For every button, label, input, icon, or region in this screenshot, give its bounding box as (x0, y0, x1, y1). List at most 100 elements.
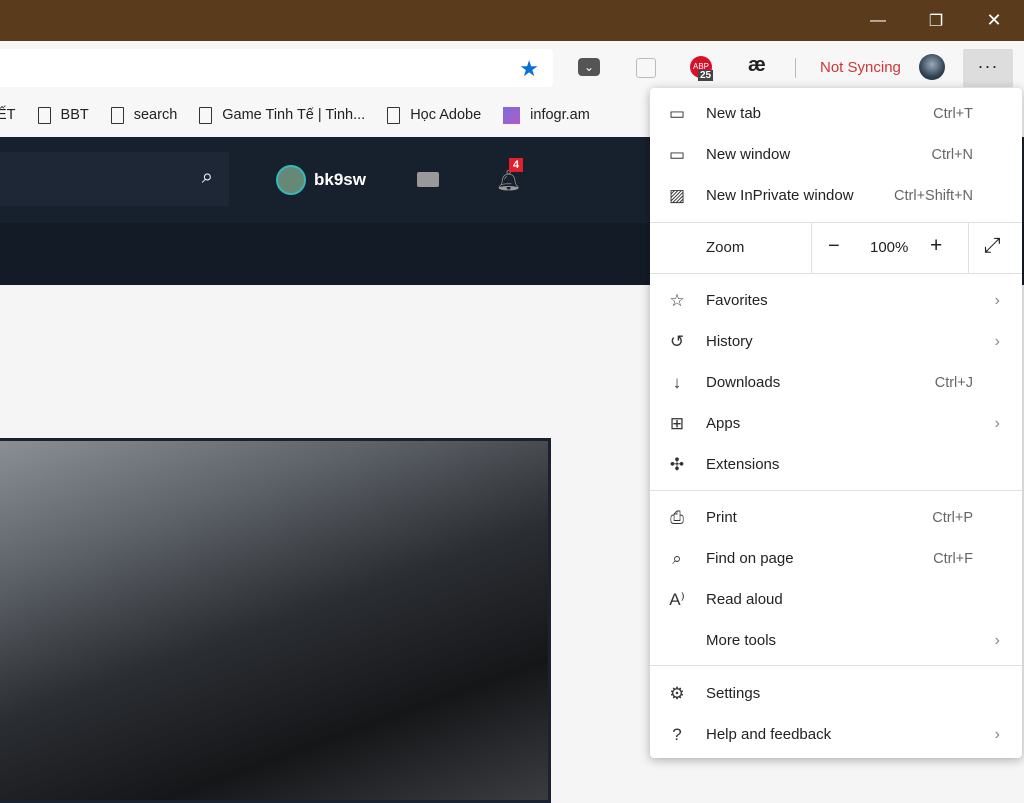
address-bar[interactable]: ★ (0, 49, 553, 87)
inprivate-icon: ▨ (668, 185, 686, 205)
bookmark-label: ẾT (0, 107, 16, 123)
settings-menu: ▭ New tab Ctrl+T ▭ New window Ctrl+N ▨ New InPr… (650, 88, 1022, 758)
notification-badge: 4 (509, 158, 524, 172)
menu-item-label: Extensions (706, 456, 780, 473)
menu-item-label: Settings (706, 685, 761, 702)
bookmark-item[interactable]: BBT (37, 106, 89, 124)
readlater-icon[interactable] (636, 58, 656, 78)
apps-icon: ⊞ (669, 413, 685, 433)
menu-item-new-inprivate-window[interactable]: ▨ New InPrivate window Ctrl+Shift+N (650, 175, 1022, 216)
menu-item-read-aloud[interactable]: A⁾ Read aloud (650, 579, 1022, 620)
read-aloud-icon: A⁾ (669, 589, 685, 609)
menu-item-label: Print (706, 509, 737, 526)
title-bar: — ❐ ✕ (0, 0, 1024, 41)
profile-avatar[interactable] (919, 54, 945, 80)
favorite-star-icon[interactable]: ★ (519, 56, 539, 82)
chevron-right-icon: › (994, 414, 1000, 432)
menu-item-settings[interactable]: ⚙ Settings (650, 673, 1022, 714)
zoom-in-button[interactable]: + (930, 234, 942, 258)
zoom-row: Zoom − 100% + ⤢ (650, 223, 1022, 273)
menu-item-label: Apps (706, 415, 741, 432)
bookmark-item[interactable]: ẾT (0, 107, 16, 123)
menu-item-new-window[interactable]: ▭ New window Ctrl+N (650, 134, 1022, 175)
menu-item-favorites[interactable]: ☆ Favorites › (650, 280, 1022, 321)
settings-more-button[interactable]: ··· (963, 49, 1013, 87)
chevron-right-icon: › (994, 291, 1000, 309)
menu-item-label: Read aloud (706, 591, 783, 608)
extensions-icon: ✣ (669, 454, 685, 474)
menu-item-help-and-feedback[interactable]: ? Help and feedback › (650, 714, 1022, 755)
shortcut: Ctrl+F (933, 550, 973, 567)
adblock-badge: 25 (698, 70, 714, 81)
menu-item-history[interactable]: ↺ History › (650, 321, 1022, 362)
menu-item-label: Find on page (706, 550, 794, 567)
bookmark-label: search (133, 107, 178, 123)
shortcut: Ctrl+Shift+N (894, 187, 973, 204)
print-icon: ⎙ (670, 507, 684, 527)
shortcut: Ctrl+N (931, 146, 974, 163)
infogram-icon (503, 106, 521, 124)
bookmark-item[interactable]: search (110, 106, 178, 124)
find-icon: ⌕ (672, 548, 682, 568)
sync-status-button[interactable]: Not Syncing (820, 59, 901, 76)
divider (811, 223, 812, 273)
user-avatar[interactable] (276, 165, 306, 195)
close-button[interactable]: ✕ (965, 0, 1023, 41)
toolbar: ★ ⌄ ABP 25 æ Not Syncing ··· (0, 41, 1024, 93)
bookmark-item[interactable]: Game Tinh Tế | Tinh... (199, 106, 365, 124)
fullscreen-icon[interactable]: ⤢ (984, 234, 1001, 258)
menu-item-new-tab[interactable]: ▭ New tab Ctrl+T (650, 93, 1022, 134)
bookmark-label: infogr.am (530, 107, 590, 123)
shortcut: Ctrl+J (934, 374, 973, 391)
menu-item-label: Help and feedback (706, 726, 832, 743)
menu-item-print[interactable]: ⎙ Print Ctrl+P (650, 497, 1022, 538)
menu-item-label: New window (706, 146, 791, 163)
divider (968, 223, 969, 273)
shortcut: Ctrl+P (932, 509, 973, 526)
bookmark-label: BBT (60, 107, 89, 123)
history-icon: ↺ (669, 331, 685, 351)
divider (795, 58, 796, 78)
restore-button[interactable]: ❐ (907, 0, 965, 41)
shortcut: Ctrl+T (933, 105, 973, 122)
new-window-icon: ▭ (668, 144, 686, 164)
zoom-label: Zoom (706, 239, 745, 256)
menu-item-label: More tools (706, 632, 777, 649)
help-icon: ? (672, 724, 682, 744)
mail-icon[interactable] (417, 172, 439, 187)
bookmark-item[interactable]: infogr.am (503, 106, 590, 124)
bookmark-item[interactable]: Học Adobe (387, 106, 482, 124)
menu-item-downloads[interactable]: ↓ Downloads Ctrl+J (650, 362, 1022, 403)
divider (650, 490, 1022, 491)
downloads-icon: ↓ (672, 372, 682, 392)
site-search-box[interactable]: ⌕ (0, 152, 229, 206)
divider (650, 665, 1022, 666)
favorites-icon: ☆ (669, 290, 685, 310)
page-icon (110, 106, 124, 124)
menu-item-label: Favorites (706, 292, 768, 309)
menu-item-apps[interactable]: ⊞ Apps › (650, 403, 1022, 444)
menu-item-extensions[interactable]: ✣ Extensions (650, 444, 1022, 485)
page-icon (37, 106, 51, 124)
menu-item-label: New tab (706, 105, 762, 122)
ae-icon[interactable]: æ (748, 54, 766, 77)
menu-item-more-tools[interactable]: More tools › (650, 620, 1022, 661)
chevron-right-icon: › (994, 631, 1000, 649)
menu-item-label: Downloads (706, 374, 781, 391)
zoom-level: 100% (870, 239, 909, 256)
username[interactable]: bk9sw (314, 170, 366, 190)
pocket-icon[interactable]: ⌄ (578, 58, 600, 76)
menu-item-label: History (706, 333, 753, 350)
chevron-right-icon: › (994, 725, 1000, 743)
menu-item-find-on-page[interactable]: ⌕ Find on page Ctrl+F (650, 538, 1022, 579)
minimize-button[interactable]: — (849, 0, 907, 41)
article-image[interactable] (0, 438, 551, 803)
bookmark-label: Học Adobe (410, 107, 482, 123)
zoom-out-button[interactable]: − (828, 235, 840, 258)
new-tab-icon: ▭ (668, 103, 686, 123)
menu-item-label: New InPrivate window (706, 187, 854, 204)
page-icon (199, 106, 213, 124)
search-icon[interactable]: ⌕ (202, 166, 213, 189)
settings-icon: ⚙ (669, 683, 685, 703)
page-icon (387, 106, 401, 124)
